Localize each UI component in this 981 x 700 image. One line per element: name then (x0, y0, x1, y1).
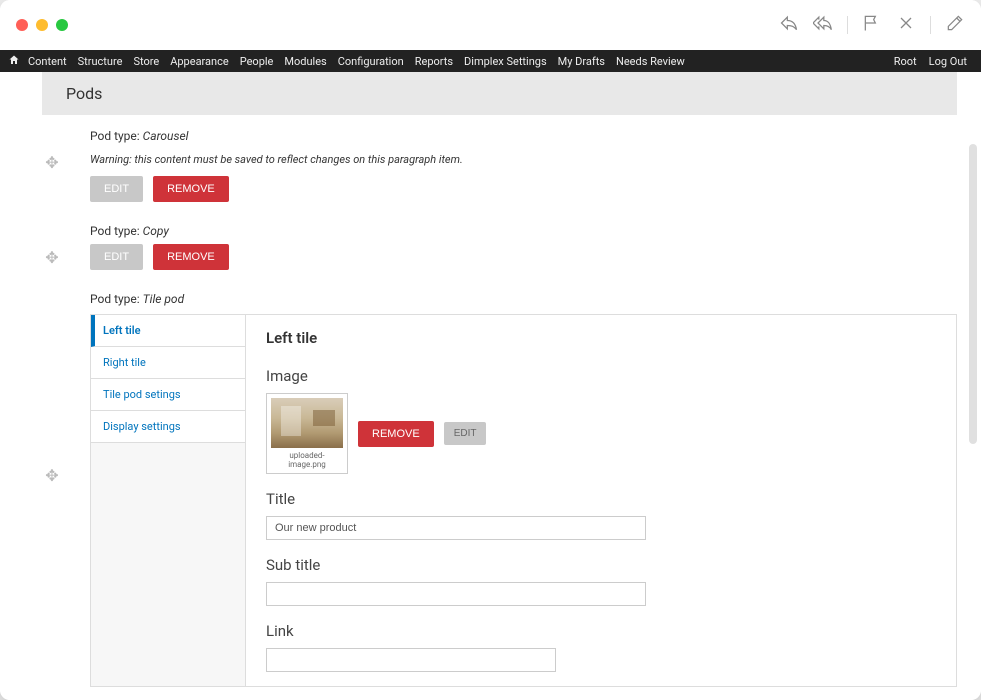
menu-structure[interactable]: Structure (78, 55, 123, 68)
separator (930, 16, 931, 34)
content-area: Pods ✥ Pod type: Carousel Warning: this … (0, 72, 981, 700)
pods-heading: Pods (42, 72, 957, 115)
pod-warning-text: Warning: this content must be saved to r… (90, 149, 957, 176)
panel-title: Left tile (266, 329, 936, 347)
admin-menu-bar: Content Structure Store Appearance Peopl… (0, 50, 981, 72)
menu-content[interactable]: Content (28, 55, 67, 68)
image-filename: uploaded-image.png (271, 448, 343, 469)
window-titlebar (0, 0, 981, 50)
edit-button[interactable]: EDIT (90, 176, 143, 202)
subtitle-input[interactable] (266, 582, 646, 606)
menu-modules[interactable]: Modules (284, 55, 326, 68)
menu-needs-review[interactable]: Needs Review (616, 55, 685, 68)
pod-type-label: Pod type: Copy (90, 218, 957, 244)
compose-icon[interactable] (945, 13, 965, 37)
traffic-lights (16, 19, 68, 31)
window-actions (779, 13, 965, 37)
image-thumbnail: uploaded-image.png (266, 393, 348, 474)
tab-display-settings[interactable]: Display settings (91, 411, 245, 443)
menu-root[interactable]: Root (894, 55, 917, 68)
menu-configuration[interactable]: Configuration (338, 55, 404, 68)
close-icon[interactable] (896, 13, 916, 37)
menu-dimplex-settings[interactable]: Dimplex Settings (464, 55, 547, 68)
drag-handle-icon[interactable]: ✥ (42, 286, 62, 485)
tile-pod-body: Left tile Right tile Tile pod setings Di… (90, 314, 957, 687)
pod-type-label: Pod type: Tile pod (90, 286, 957, 312)
vertical-tabs: Left tile Right tile Tile pod setings Di… (91, 315, 246, 686)
pod-carousel: ✥ Pod type: Carousel Warning: this conte… (0, 115, 981, 210)
image-edit-button[interactable]: EDIT (444, 422, 487, 445)
menu-store[interactable]: Store (133, 55, 159, 68)
home-icon[interactable] (8, 54, 20, 69)
pod-type-label: Pod type: Carousel (90, 123, 957, 149)
remove-button[interactable]: REMOVE (153, 176, 229, 202)
flag-icon[interactable] (862, 13, 882, 37)
image-field-label: Image (266, 367, 936, 385)
tab-panel: Left tile Image uploaded-image.png REMOV… (246, 315, 956, 686)
scrollbar[interactable] (969, 144, 977, 444)
edit-button[interactable]: EDIT (90, 244, 143, 270)
link-input[interactable] (266, 648, 556, 672)
menu-my-drafts[interactable]: My Drafts (558, 55, 605, 68)
subtitle-field-label: Sub title (266, 556, 936, 574)
tab-right-tile[interactable]: Right tile (91, 347, 245, 379)
link-field-label: Link (266, 622, 936, 640)
tab-left-tile[interactable]: Left tile (91, 315, 245, 347)
title-field-label: Title (266, 490, 936, 508)
window-close-button[interactable] (16, 19, 28, 31)
title-input[interactable] (266, 516, 646, 540)
window-maximize-button[interactable] (56, 19, 68, 31)
drag-handle-icon[interactable]: ✥ (42, 123, 62, 172)
separator (847, 16, 848, 34)
remove-button[interactable]: REMOVE (153, 244, 229, 270)
menu-logout[interactable]: Log Out (929, 55, 967, 68)
reply-icon[interactable] (779, 13, 799, 37)
menu-appearance[interactable]: Appearance (170, 55, 229, 68)
image-remove-button[interactable]: REMOVE (358, 421, 434, 447)
window-minimize-button[interactable] (36, 19, 48, 31)
thumbnail-preview (271, 398, 343, 448)
pod-tile: ✥ Pod type: Tile pod Left tile Right til… (0, 278, 981, 695)
image-widget: uploaded-image.png REMOVE EDIT (266, 393, 936, 474)
reply-all-icon[interactable] (813, 13, 833, 37)
menu-people[interactable]: People (240, 55, 274, 68)
drag-handle-icon[interactable]: ✥ (42, 218, 62, 267)
tab-tile-pod-settings[interactable]: Tile pod setings (91, 379, 245, 411)
pod-copy: ✥ Pod type: Copy EDIT REMOVE (0, 210, 981, 278)
menu-reports[interactable]: Reports (415, 55, 453, 68)
